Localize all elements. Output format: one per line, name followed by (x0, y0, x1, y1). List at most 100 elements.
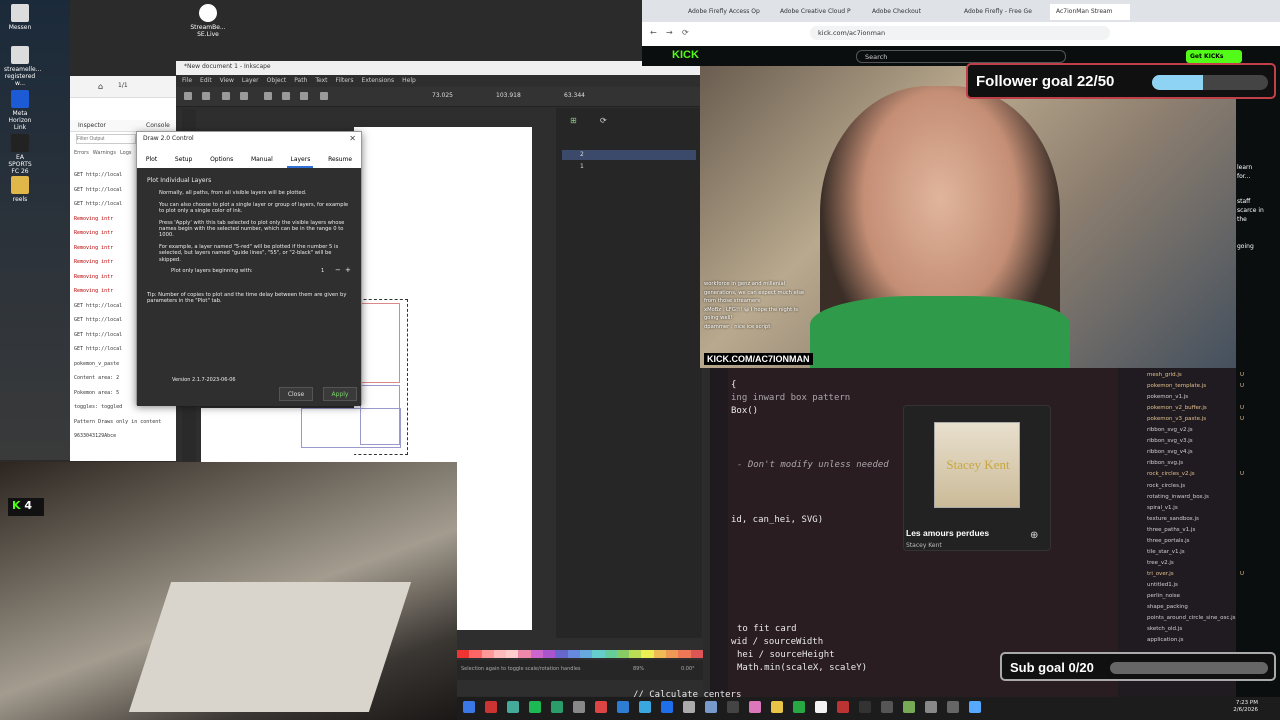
palette-swatch[interactable] (629, 650, 642, 658)
file-item[interactable]: points_around_circle_sine_osc.js (1147, 615, 1236, 621)
back-icon[interactable]: ← (650, 28, 657, 37)
file-item[interactable]: ribbon_svg_v2.js (1147, 427, 1193, 433)
select-all-icon[interactable] (184, 92, 192, 100)
zoom-value[interactable]: 89% (633, 666, 644, 672)
get-kicks-button[interactable]: Get KICKs (1186, 50, 1242, 63)
terminal-icon[interactable] (683, 701, 695, 713)
app-icon[interactable] (837, 701, 849, 713)
file-item[interactable]: rock_circles.js (1147, 483, 1185, 489)
palette-swatch[interactable] (616, 650, 630, 658)
palette-swatch[interactable] (555, 650, 568, 658)
app-icon[interactable] (925, 701, 937, 713)
tab-setup[interactable]: Setup (172, 154, 195, 168)
file-item[interactable]: tree_v2.js (1147, 560, 1174, 566)
forward-icon[interactable]: → (666, 28, 673, 37)
app-icon[interactable] (551, 701, 563, 713)
palette-swatch[interactable] (481, 650, 494, 658)
file-item[interactable]: ribbon_svg.js (1147, 460, 1183, 466)
tab-layers[interactable]: Layers (287, 154, 314, 168)
add-icon[interactable]: ⊕ (1030, 530, 1038, 541)
file-item[interactable]: application.js (1147, 637, 1183, 643)
menu-item-view[interactable]: View (220, 77, 234, 85)
y-field[interactable]: 103.918 (496, 92, 521, 99)
menu-item-object[interactable]: Object (267, 77, 287, 85)
palette-swatch[interactable] (469, 650, 482, 658)
spotify-icon[interactable] (529, 701, 541, 713)
file-item[interactable]: pokemon_v3_paste.js (1147, 416, 1206, 422)
tab-plot[interactable]: Plot (143, 154, 160, 168)
close-button[interactable]: Close (279, 387, 313, 401)
search-input[interactable]: Search (856, 50, 1066, 63)
browser-tab[interactable]: Adobe Firefly Access Op (682, 4, 770, 20)
vscode-icon[interactable] (617, 701, 629, 713)
palette-swatch[interactable] (666, 650, 679, 658)
palette-swatch[interactable] (506, 650, 519, 658)
flip-icon[interactable] (240, 92, 248, 100)
x-field[interactable]: 73.025 (432, 92, 453, 99)
palette-swatch[interactable] (567, 650, 580, 658)
file-item[interactable]: shape_packing (1147, 604, 1188, 610)
lower-bottom-icon[interactable] (320, 92, 328, 100)
menu-item-extensions[interactable]: Extensions (362, 77, 395, 85)
palette-swatch[interactable] (543, 650, 556, 658)
browser-tab[interactable]: Adobe Creative Cloud P (774, 4, 862, 20)
file-item[interactable]: three_portals.js (1147, 538, 1189, 544)
file-item[interactable]: ribbon_svg_v3.js (1147, 438, 1193, 444)
filter-warnings[interactable]: Warnings (93, 150, 116, 156)
desktop-icon-streambee[interactable]: StreamBe... SE.Live (188, 4, 228, 38)
palette-swatch[interactable] (653, 650, 667, 658)
tab-inspector[interactable]: Inspector (78, 122, 106, 129)
menu-item-layer[interactable]: Layer (242, 77, 259, 85)
file-item[interactable]: rock_circles_v2.js (1147, 471, 1195, 477)
raise-icon[interactable] (264, 92, 272, 100)
tab-options[interactable]: Options (207, 154, 236, 168)
app-icon[interactable] (947, 701, 959, 713)
rotate-icon[interactable] (222, 92, 230, 100)
file-item[interactable]: perlin_noise (1147, 593, 1180, 599)
refresh-icon[interactable]: ⟳ (600, 116, 607, 125)
system-clock[interactable]: 7:23 PM 2/6/2026 (1233, 700, 1258, 714)
browser-tab[interactable]: Adobe Checkout (866, 4, 954, 20)
file-item[interactable]: pokemon_template.js (1147, 383, 1206, 389)
filter-errors[interactable]: Errors (74, 150, 89, 156)
close-icon[interactable]: ✕ (349, 134, 356, 143)
color-palette[interactable] (457, 650, 703, 658)
layer-row-1[interactable]: 1 (562, 162, 696, 172)
desktop-icon-streamelements[interactable]: streamelle... registered w... (4, 46, 41, 87)
app-icon[interactable] (749, 701, 761, 713)
palette-swatch[interactable] (457, 650, 470, 658)
layer-row-2[interactable]: 2 (562, 150, 696, 160)
menu-item-path[interactable]: Path (294, 77, 307, 85)
palette-swatch[interactable] (493, 650, 507, 658)
chrome-icon[interactable] (463, 701, 475, 713)
app-icon[interactable] (881, 701, 893, 713)
app-icon[interactable] (859, 701, 871, 713)
folder-icon[interactable] (771, 701, 783, 713)
app-icon[interactable] (727, 701, 739, 713)
reload-icon[interactable]: ⟳ (682, 28, 689, 37)
palette-swatch[interactable] (518, 650, 531, 658)
desktop-icon-meta-horizon[interactable]: Meta Horizon Link (4, 90, 36, 131)
app-icon[interactable] (903, 701, 915, 713)
app-icon[interactable] (661, 701, 673, 713)
palette-swatch[interactable] (690, 650, 703, 658)
file-item[interactable]: sketch_old.js (1147, 626, 1182, 632)
minus-icon[interactable]: − (335, 266, 341, 273)
palette-swatch[interactable] (678, 650, 691, 658)
file-item[interactable]: three_paths_v1.js (1147, 527, 1195, 533)
menu-item-help[interactable]: Help (402, 77, 416, 85)
file-item[interactable]: pokemon_v2_buffer.js (1147, 405, 1207, 411)
app-icon[interactable] (639, 701, 651, 713)
devtools-address[interactable]: 1/1 (118, 82, 128, 89)
file-item[interactable]: untitled1.js (1147, 582, 1178, 588)
menu-item-file[interactable]: File (182, 77, 192, 85)
file-item[interactable]: texture_sandbox.js (1147, 516, 1199, 522)
inkscape-icon[interactable] (573, 701, 585, 713)
app-icon[interactable] (705, 701, 717, 713)
palette-swatch[interactable] (604, 650, 617, 658)
desktop-icon-messenger[interactable]: Messen (4, 4, 36, 31)
tab-manual[interactable]: Manual (248, 154, 276, 168)
lower-icon[interactable] (282, 92, 290, 100)
raise-top-icon[interactable] (300, 92, 308, 100)
palette-swatch[interactable] (579, 650, 593, 658)
